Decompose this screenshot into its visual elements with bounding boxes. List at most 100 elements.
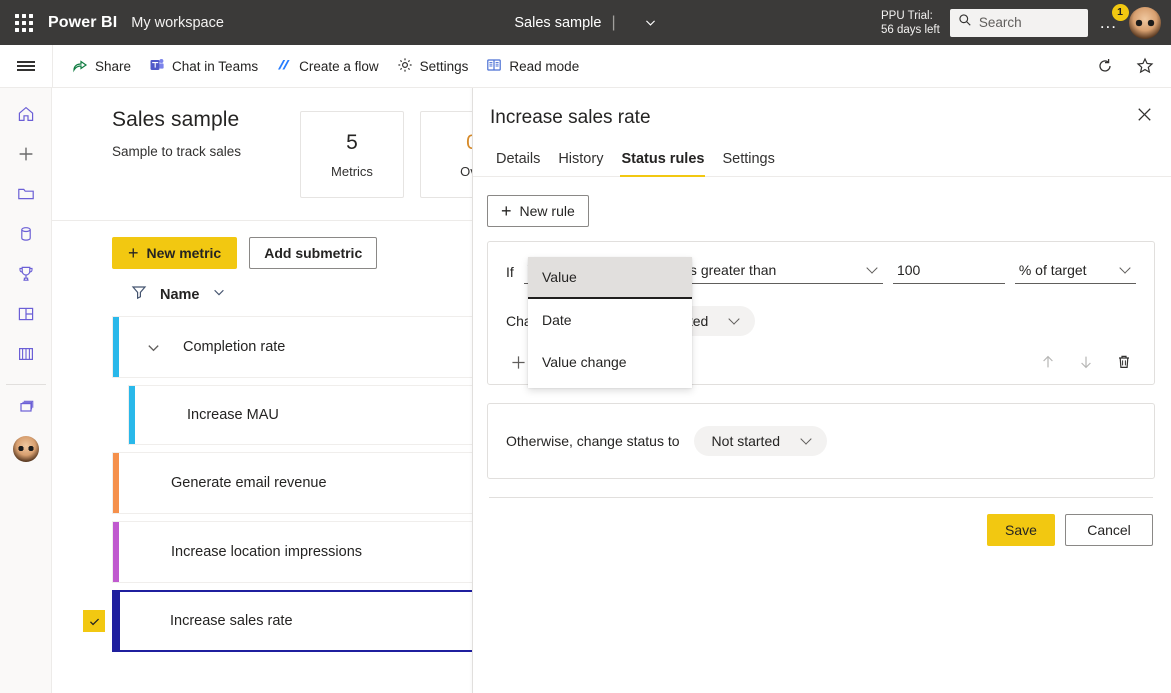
- column-header-name: Name: [160, 286, 200, 303]
- folder-icon: [16, 184, 36, 209]
- pane-title: Increase sales rate: [490, 107, 651, 128]
- sidebar-item-home[interactable]: [0, 96, 52, 136]
- trial-line-2: 56 days left: [881, 23, 940, 36]
- filter-icon[interactable]: [130, 283, 148, 306]
- plus-icon: +: [128, 243, 139, 263]
- sidebar-item-learn[interactable]: [0, 336, 52, 376]
- metric-name: Generate email revenue: [171, 475, 327, 491]
- rule-threshold-input[interactable]: 100: [892, 256, 1005, 284]
- otherwise-rule-card: Otherwise, change status to Not started: [487, 403, 1155, 479]
- more-options-button[interactable]: ... 1: [1098, 3, 1129, 33]
- metric-color-bar: [114, 592, 120, 650]
- book-icon: [16, 344, 36, 369]
- sidebar-item-apps[interactable]: [0, 296, 52, 336]
- tab-status-rules[interactable]: Status rules: [612, 143, 713, 177]
- report-name[interactable]: Sales sample: [514, 15, 601, 31]
- summary-card-metrics[interactable]: 5 Metrics: [300, 111, 404, 198]
- expand-toggle[interactable]: [133, 340, 173, 355]
- delete-rule-button[interactable]: [1112, 350, 1136, 374]
- chevron-down-icon[interactable]: [212, 285, 226, 304]
- chevron-down-icon: [147, 344, 159, 351]
- search-input[interactable]: Search: [949, 8, 1088, 37]
- move-rule-down-button[interactable]: [1074, 350, 1098, 374]
- left-navigation-rail: [0, 88, 52, 693]
- dropdown-option-value[interactable]: Value: [528, 257, 692, 299]
- sidebar-item-workspaces[interactable]: [0, 389, 52, 429]
- sidebar-item-metrics[interactable]: [0, 256, 52, 296]
- share-button[interactable]: Share: [63, 51, 140, 82]
- trial-status: PPU Trial: 56 days left: [881, 9, 940, 37]
- top-header-right: PPU Trial: 56 days left Search ... 1: [881, 3, 1171, 39]
- rule-footer-actions: [1036, 350, 1136, 374]
- notification-badge[interactable]: 1: [1112, 3, 1129, 21]
- power-bi-app: Power BI My workspace Sales sample | PPU…: [0, 0, 1171, 693]
- cancel-button[interactable]: Cancel: [1065, 514, 1153, 546]
- otherwise-status-select[interactable]: Not started: [693, 426, 828, 456]
- teams-icon: [149, 57, 165, 76]
- chevron-down-icon: [1119, 261, 1131, 274]
- new-metric-button[interactable]: + New metric: [112, 237, 238, 269]
- otherwise-label: Otherwise, change status to: [506, 433, 680, 449]
- dropdown-option-value-change[interactable]: Value change: [528, 341, 692, 383]
- tab-history[interactable]: History: [549, 143, 612, 176]
- trophy-icon: [16, 264, 36, 289]
- plus-icon: +: [501, 201, 512, 221]
- read-mode-icon: [486, 57, 502, 76]
- workspace-name[interactable]: My workspace: [131, 15, 224, 31]
- dropdown-option-date[interactable]: Date: [528, 299, 692, 341]
- chat-in-teams-button[interactable]: Chat in Teams: [140, 51, 267, 82]
- sidebar-avatar[interactable]: [0, 429, 52, 469]
- star-icon[interactable]: [1133, 54, 1157, 78]
- status-badge[interactable]: [83, 610, 105, 632]
- chevron-down-icon[interactable]: [644, 16, 657, 29]
- pane-action-buttons: Save Cancel: [487, 498, 1155, 546]
- summary-card-label: Metrics: [331, 163, 373, 179]
- new-metric-label: New metric: [146, 245, 222, 261]
- save-button[interactable]: Save: [987, 514, 1055, 546]
- sidebar-item-create[interactable]: [0, 136, 52, 176]
- chevron-down-icon: [866, 261, 878, 274]
- brand-logo[interactable]: Power BI: [48, 14, 117, 32]
- metric-name: Completion rate: [183, 339, 286, 355]
- tab-settings[interactable]: Settings: [713, 143, 783, 176]
- create-a-flow-button[interactable]: Create a flow: [267, 51, 388, 82]
- add-submetric-button[interactable]: Add submetric: [249, 237, 378, 269]
- metric-name: Increase location impressions: [171, 544, 363, 560]
- metric-details-pane: Increase sales rate Details History Stat…: [472, 88, 1171, 693]
- rail-divider: [5, 384, 46, 385]
- create-a-flow-label: Create a flow: [299, 58, 379, 74]
- summary-card-value: 5: [346, 130, 358, 154]
- metric-color-bar: [113, 317, 119, 377]
- rule-operator-select[interactable]: is greater than: [682, 256, 883, 284]
- settings-button[interactable]: Settings: [388, 51, 478, 82]
- app-launcher-icon[interactable]: [0, 0, 48, 45]
- sidebar-item-data-hub[interactable]: [0, 216, 52, 256]
- new-rule-label: New rule: [519, 203, 575, 219]
- arrow-up-icon: [1043, 355, 1053, 368]
- hamburger-menu-icon[interactable]: [0, 45, 52, 88]
- metric-color-bar: [113, 453, 119, 513]
- avatar[interactable]: [1129, 6, 1161, 39]
- pane-tabs: Details History Status rules Settings: [473, 129, 1171, 177]
- sidebar-item-browse[interactable]: [0, 176, 52, 216]
- rule-operator-value: is greater than: [686, 261, 777, 278]
- new-rule-button[interactable]: + New rule: [487, 195, 589, 227]
- command-bar: Share Chat in Teams Create a flow Settin…: [0, 44, 1171, 88]
- chevron-down-icon: [728, 313, 741, 325]
- command-bar-items: Share Chat in Teams Create a flow Settin…: [52, 44, 588, 88]
- gear-icon: [397, 57, 413, 76]
- refresh-icon[interactable]: [1093, 54, 1117, 78]
- tab-details[interactable]: Details: [487, 143, 549, 176]
- search-icon: [958, 13, 972, 32]
- chat-in-teams-label: Chat in Teams: [172, 58, 259, 74]
- if-label: If: [506, 264, 514, 280]
- home-icon: [16, 104, 36, 129]
- move-rule-up-button[interactable]: [1036, 350, 1060, 374]
- rule-unit-select[interactable]: % of target: [1014, 256, 1136, 284]
- database-icon: [16, 224, 36, 249]
- plus-icon: [511, 355, 525, 369]
- add-condition-button[interactable]: [506, 350, 530, 374]
- close-icon[interactable]: [1136, 106, 1153, 128]
- top-header-bar: Power BI My workspace Sales sample | PPU…: [0, 0, 1171, 45]
- read-mode-button[interactable]: Read mode: [477, 51, 588, 82]
